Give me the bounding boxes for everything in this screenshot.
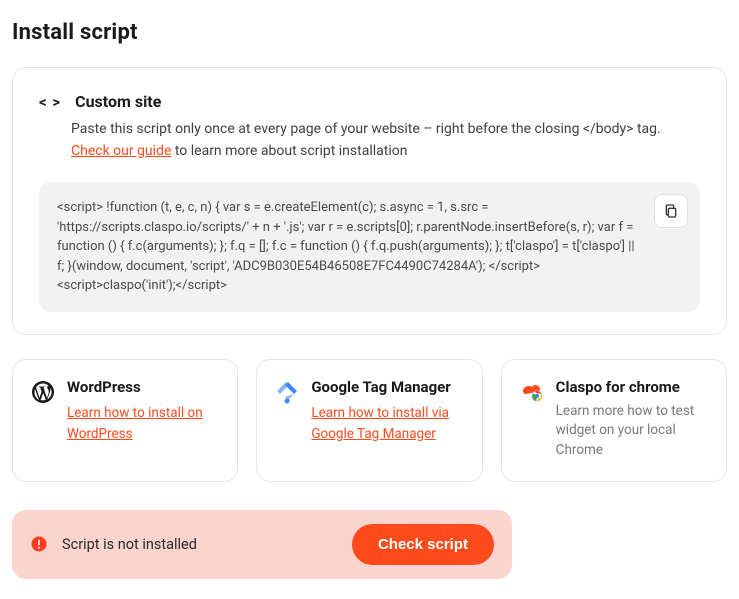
- gtm-tile: Google Tag Manager Learn how to install …: [256, 359, 482, 482]
- wordpress-link[interactable]: Learn how to install on WordPress: [67, 405, 203, 442]
- chrome-text: Learn more how to test widget on your lo…: [556, 402, 708, 461]
- code-icon: < >: [39, 93, 61, 111]
- page-title: Install script: [12, 20, 727, 45]
- claspo-chrome-icon: [520, 380, 544, 404]
- check-guide-link[interactable]: Check our guide: [71, 143, 171, 159]
- custom-site-card: < > Custom site Paste this script only o…: [12, 67, 727, 335]
- script-code-box: <script> !function (t, e, c, n) { var s …: [39, 182, 700, 312]
- custom-site-title: Custom site: [75, 92, 161, 111]
- copy-script-button[interactable]: [654, 194, 688, 228]
- gtm-title: Google Tag Manager: [311, 378, 463, 396]
- script-code-text: <script> !function (t, e, c, n) { var s …: [57, 200, 635, 293]
- copy-icon: [663, 203, 679, 219]
- custom-desc-before: Paste this script only once at every pag…: [71, 121, 661, 137]
- custom-site-header: < > Custom site: [39, 92, 700, 111]
- status-text: Script is not installed: [62, 536, 338, 553]
- custom-site-description: Paste this script only once at every pag…: [71, 119, 700, 162]
- chrome-title: Claspo for chrome: [556, 378, 708, 396]
- wordpress-title: WordPress: [67, 378, 219, 396]
- chrome-tile: Claspo for chrome Learn more how to test…: [501, 359, 727, 482]
- gtm-link[interactable]: Learn how to install via Google Tag Mana…: [311, 405, 449, 442]
- warning-icon: [30, 535, 48, 553]
- gtm-icon: [275, 380, 299, 404]
- status-bar: Script is not installed Check script: [12, 510, 512, 579]
- integration-tiles: WordPress Learn how to install on WordPr…: [12, 359, 727, 482]
- wordpress-icon: [31, 380, 55, 404]
- custom-desc-after: to learn more about script installation: [171, 143, 407, 159]
- wordpress-tile: WordPress Learn how to install on WordPr…: [12, 359, 238, 482]
- check-script-button[interactable]: Check script: [352, 524, 494, 565]
